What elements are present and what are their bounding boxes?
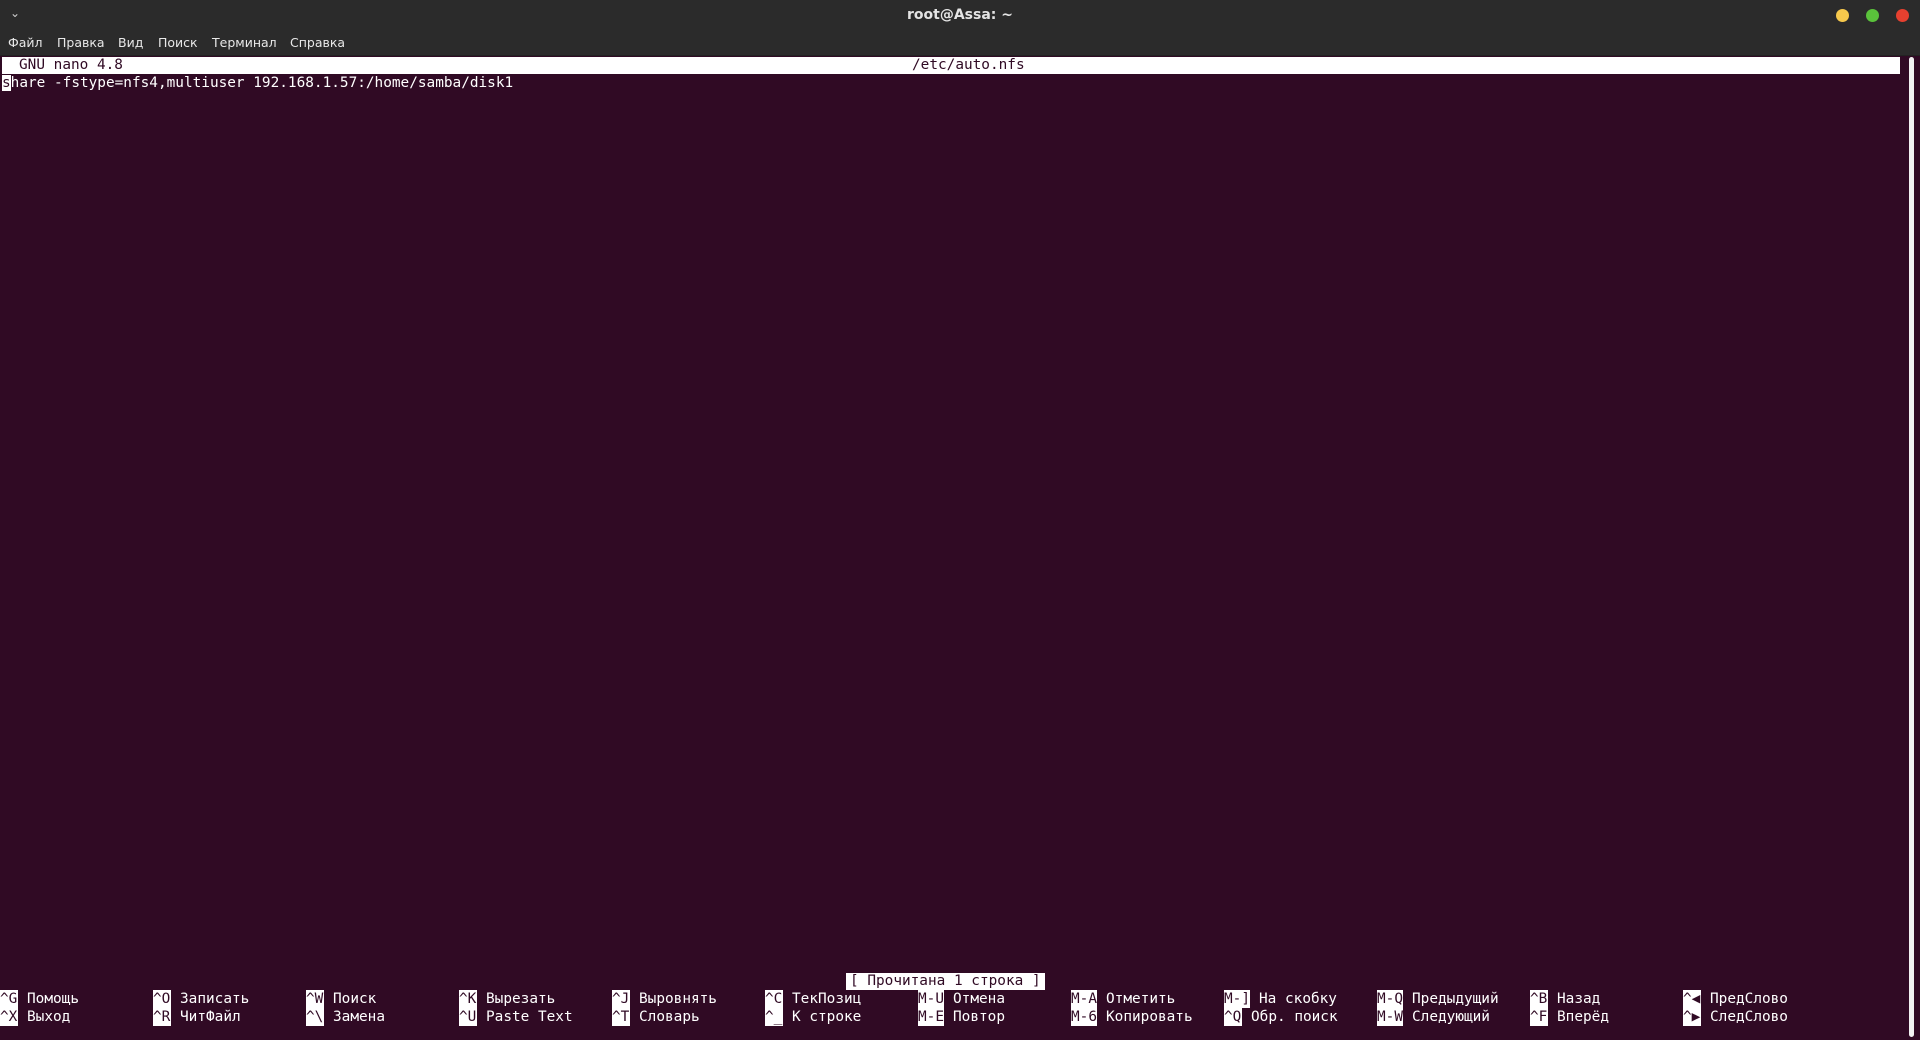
shortcut-label: Назад [1557, 991, 1601, 1007]
shortcut-replace: ^\ Замена [306, 1008, 385, 1026]
shortcut-paste: ^U Paste Text [459, 1008, 573, 1026]
nano-filename: /etc/auto.nfs [912, 57, 1025, 73]
shortcut-key: ^▶ [1683, 1008, 1701, 1026]
shortcut-previous: M-Q Предыдущий [1377, 990, 1499, 1008]
shortcut-key: ^F [1530, 1008, 1548, 1026]
shortcut-label: Поиск [333, 991, 377, 1007]
shortcut-label: Помощь [27, 991, 79, 1007]
menu-edit[interactable]: Правка [57, 35, 105, 50]
shortcut-read-file: ^R ЧитФайл [153, 1008, 241, 1026]
shortcut-exit: ^X Выход [0, 1008, 70, 1026]
shortcut-label: Выровнять [639, 991, 717, 1007]
menu-help[interactable]: Справка [290, 35, 345, 50]
shortcut-copy: M-6 Копировать [1071, 1008, 1193, 1026]
shortcut-label: ЧитФайл [180, 1009, 241, 1025]
close-button[interactable] [1896, 9, 1909, 22]
window-title: root@Assa: ~ [907, 7, 1013, 23]
shortcut-write: ^O Записать [153, 990, 249, 1008]
shortcut-forward: ^F Вперёд [1530, 1008, 1609, 1026]
menu-view[interactable]: Вид [118, 35, 143, 50]
shortcut-back: ^B Назад [1530, 990, 1600, 1008]
shortcut-key: ^O [153, 990, 171, 1008]
shortcut-key: ^C [765, 990, 783, 1008]
shortcut-label: К строке [792, 1009, 862, 1025]
shortcut-key: ^Q [1224, 1008, 1242, 1026]
shortcut-label: Выход [27, 1009, 71, 1025]
shortcut-label: Копировать [1106, 1009, 1193, 1025]
shortcut-help: ^G Помощь [0, 990, 79, 1008]
window-titlebar[interactable]: ⌄ root@Assa: ~ [0, 0, 1920, 31]
shortcut-key: ^T [612, 1008, 630, 1026]
shortcut-prev-word: ^◀ ПредСлово [1683, 990, 1788, 1008]
editor-line-1[interactable]: share -fstype=nfs4,multiuser 192.168.1.5… [2, 74, 513, 92]
shortcut-key: ^\ [306, 1008, 324, 1026]
menu-terminal[interactable]: Терминал [212, 35, 277, 50]
shortcut-where-is: ^W Поиск [306, 990, 376, 1008]
shortcut-label: ТекПозиц [792, 991, 862, 1007]
shortcut-reverse-search: ^Q Обр. поиск [1224, 1008, 1338, 1026]
shortcut-label: Отмена [953, 991, 1005, 1007]
shortcut-label: Paste Text [486, 1009, 573, 1025]
shortcut-key: ^K [459, 990, 477, 1008]
shortcut-key: M-6 [1071, 1008, 1097, 1026]
shortcut-label: Следующий [1412, 1009, 1490, 1025]
shortcut-label: Вперёд [1557, 1009, 1609, 1025]
shortcut-label: Вырезать [486, 991, 556, 1007]
shortcut-key: ^J [612, 990, 630, 1008]
shortcut-key: M-] [1224, 990, 1250, 1008]
text-cursor: s [2, 75, 11, 91]
nano-header-bar: GNU nano 4.8 /etc/auto.nfs [2, 57, 1900, 74]
shortcut-label: Словарь [639, 1009, 700, 1025]
shortcut-mark: M-A Отметить [1071, 990, 1175, 1008]
scrollbar[interactable] [1909, 57, 1914, 1037]
shortcut-label: На скобку [1259, 991, 1337, 1007]
shortcut-key: ^_ [765, 1008, 783, 1026]
menu-search[interactable]: Поиск [158, 35, 198, 50]
shortcut-go-to-line: ^_ К строке [765, 1008, 861, 1026]
shortcut-key: ^W [306, 990, 324, 1008]
shortcut-next: M-W Следующий [1377, 1008, 1490, 1026]
terminal-area[interactable]: GNU nano 4.8 /etc/auto.nfs share -fstype… [0, 56, 1920, 1040]
shortcut-label: Отметить [1106, 991, 1176, 1007]
shortcut-label: Предыдущий [1412, 991, 1499, 1007]
shortcut-key: M-E [918, 1008, 944, 1026]
shortcut-key: ^X [0, 1008, 18, 1026]
menubar: Файл Правка Вид Поиск Терминал Справка [0, 31, 1920, 56]
shortcut-key: ^U [459, 1008, 477, 1026]
shortcut-key: ^R [153, 1008, 171, 1026]
shortcut-cur-pos: ^C ТекПозиц [765, 990, 861, 1008]
shortcut-label: СледСлово [1710, 1009, 1788, 1025]
shortcut-key: ^G [0, 990, 18, 1008]
shortcut-key: M-W [1377, 1008, 1403, 1026]
shortcut-label: Повтор [953, 1009, 1005, 1025]
shortcut-spell: ^T Словарь [612, 1008, 700, 1026]
shortcut-key: ^◀ [1683, 990, 1701, 1008]
shortcut-to-bracket: M-] На скобку [1224, 990, 1337, 1008]
shortcut-undo: M-U Отмена [918, 990, 1005, 1008]
shortcut-label: Записать [180, 991, 250, 1007]
maximize-button[interactable] [1866, 9, 1879, 22]
shortcut-label: ПредСлово [1710, 991, 1788, 1007]
shortcut-key: M-U [918, 990, 944, 1008]
shortcut-label: Замена [333, 1009, 385, 1025]
shortcut-redo: M-E Повтор [918, 1008, 1005, 1026]
shortcut-key: M-Q [1377, 990, 1403, 1008]
shortcut-justify: ^J Выровнять [612, 990, 717, 1008]
shortcut-cut: ^K Вырезать [459, 990, 555, 1008]
status-message: [ Прочитана 1 строка ] [846, 973, 1045, 990]
nano-version: GNU nano 4.8 [19, 57, 123, 73]
editor-line-text: hare -fstype=nfs4,multiuser 192.168.1.57… [10, 75, 514, 91]
menu-file[interactable]: Файл [8, 35, 43, 50]
shortcut-key: ^B [1530, 990, 1548, 1008]
minimize-button[interactable] [1836, 9, 1849, 22]
shortcut-key: M-A [1071, 990, 1097, 1008]
shortcut-label: Обр. поиск [1251, 1009, 1338, 1025]
shortcut-next-word: ^▶ СледСлово [1683, 1008, 1788, 1026]
